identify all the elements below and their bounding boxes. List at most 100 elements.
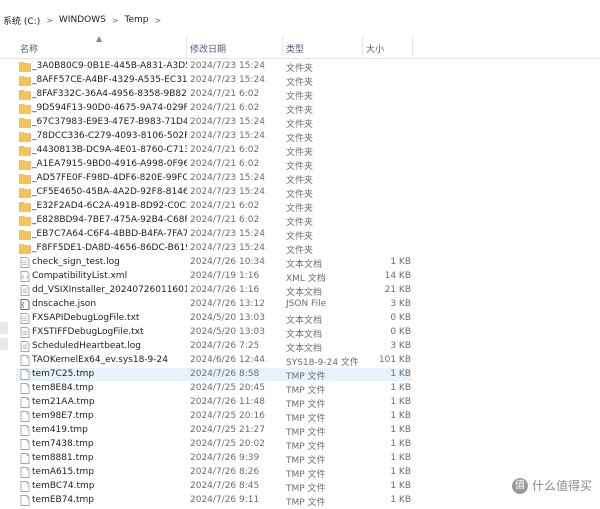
file-name: _A1EA7915-9BD0-4916-A998-0F9647...	[32, 159, 187, 169]
file-name: _8FAF332C-36A4-4956-8358-9B82A4E...	[32, 89, 187, 99]
file-size: 0 KB	[390, 327, 411, 337]
file-row[interactable]: _78DCC336-C279-4093-8106-502F78...2024/7…	[16, 130, 411, 144]
file-row[interactable]: _EB7C7A64-C6F4-4BBD-B4FA-7FA763...2024/7…	[16, 228, 411, 242]
file-row[interactable]: FXSTIFFDebugLogFile.txt 2024/5/20 13:03 文本…	[16, 326, 411, 340]
file-type: 文件夹	[286, 92, 314, 102]
file-date: 2024/7/26 8:26	[190, 467, 260, 477]
file-row[interactable]: _3A0B80C9-0B1E-445B-A831-A3D54E...2024/7…	[16, 60, 411, 74]
watermark-text: 什么值得买	[531, 479, 592, 493]
file-name: _8AFF57CE-A4BF-4329-A535-EC31B2...	[32, 75, 187, 85]
file-name: tem98E7.tmp	[32, 411, 94, 421]
file-row[interactable]: dd_VSIXInstaller_20240726011601_4a...202…	[16, 284, 411, 298]
xml-file-icon	[19, 271, 31, 282]
nav-pane-edge	[0, 322, 8, 334]
folder-icon	[19, 229, 31, 240]
column-type[interactable]: 类型	[286, 42, 304, 55]
file-row[interactable]: FXSAPIDebugLogFile.txt 2024/5/20 13:03 文本文…	[16, 312, 411, 326]
file-date: 2024/7/26 11:48	[190, 397, 265, 407]
sort-up-icon: ▲	[96, 34, 103, 43]
file-row[interactable]: tem7C25.tmp 2024/7/26 8:58 TMP 文件 1 KB	[16, 368, 411, 382]
file-row[interactable]: _9D594F13-90D0-4675-9A74-029FDB...2024/7…	[16, 102, 411, 116]
file-row[interactable]: _E32F2AD4-6C2A-491B-8D92-C0C36B...2024/7…	[16, 200, 411, 214]
file-date: 2024/5/20 13:03	[190, 327, 265, 337]
file-row[interactable]: _4430813B-DC9A-4E01-8760-C7130D...2024/7…	[16, 144, 411, 158]
file-row[interactable]: temBC74.tmp 2024/7/26 8:45 TMP 文件 1 KB	[16, 480, 411, 494]
file-name: TAOKernelEx64_ev.sys18-9-24	[32, 355, 168, 365]
file-row[interactable]: tem98E7.tmp 2024/7/25 20:16 TMP 文件 1 KB	[16, 410, 411, 424]
file-type: 文件夹	[286, 78, 314, 88]
file-size: 101 KB	[378, 355, 411, 365]
column-date[interactable]: 修改日期	[190, 42, 226, 55]
folder-icon	[19, 145, 31, 156]
file-size: 14 KB	[384, 271, 411, 281]
file-row[interactable]: tem7438.tmp 2024/7/25 20:02 TMP 文件 1 KB	[16, 438, 411, 452]
file-name: temA615.tmp	[32, 467, 95, 477]
generic-file-icon	[19, 369, 31, 380]
file-type: 文件夹	[286, 176, 314, 186]
file-row[interactable]: tem21AA.tmp 2024/7/26 11:48 TMP 文件 1 KB	[16, 396, 411, 410]
column-divider[interactable]	[362, 36, 363, 56]
file-row[interactable]: _E828BD94-7BE7-475A-92B4-C68F9D...2024/7…	[16, 214, 411, 228]
file-date: 2024/7/25 21:27	[190, 425, 265, 435]
file-row[interactable]: tem8E84.tmp 2024/7/25 20:45 TMP 文件 1 KB	[16, 382, 411, 396]
folder-icon	[19, 61, 31, 72]
file-row[interactable]: _A1EA7915-9BD0-4916-A998-0F9647...2024/7…	[16, 158, 411, 172]
file-name: _78DCC336-C279-4093-8106-502F78...	[32, 131, 187, 141]
file-name: tem419.tmp	[32, 425, 88, 435]
file-type: 文本文档	[286, 316, 323, 326]
watermark-badge: 值	[511, 477, 528, 494]
file-row[interactable]: ScheduledHeartbeat.log 2024/7/26 7:25 文本文档…	[16, 340, 411, 354]
file-date: 2024/7/26 10:34	[190, 257, 265, 267]
breadcrumb[interactable]: 系统 (C:) > WINDOWS > Temp >	[0, 10, 600, 30]
file-type: XML 文档	[286, 274, 326, 284]
file-row[interactable]: dnscache.json 2024/7/26 13:12 JSON File 3 K…	[16, 298, 411, 311]
file-size: 1 KB	[390, 383, 411, 393]
file-size: 1 KB	[390, 369, 411, 379]
column-divider[interactable]	[282, 36, 283, 56]
file-row[interactable]: TAOKernelEx64_ev.sys18-9-24 2024/6/26 12:…	[16, 354, 411, 368]
file-name: dnscache.json	[32, 299, 97, 309]
folder-icon	[19, 173, 31, 184]
column-size[interactable]: 大小	[366, 42, 384, 55]
file-row[interactable]: CompatibilityList.xml 2024/7/19 1:16 XML 文…	[16, 270, 411, 284]
file-row[interactable]: tem419.tmp 2024/7/25 21:27 TMP 文件 1 KB	[16, 424, 411, 438]
file-size: 1 KB	[390, 425, 411, 435]
file-date: 2024/7/23 15:24	[190, 243, 265, 253]
breadcrumb-windows[interactable]: WINDOWS	[56, 15, 109, 25]
file-row[interactable]: _CF5E4650-45BA-4A2D-92F8-81465F3...2024/…	[16, 186, 411, 200]
file-row[interactable]: _F8FF5DE1-DA8D-4656-86DC-B6192A...2024/7…	[16, 242, 411, 256]
file-row[interactable]: _8AFF57CE-A4BF-4329-A535-EC31B2...2024/7…	[16, 74, 411, 88]
file-row[interactable]: _8FAF332C-36A4-4956-8358-9B82A4E...2024/…	[16, 88, 411, 102]
file-name: tem21AA.tmp	[32, 397, 95, 407]
text-file-icon	[19, 327, 31, 338]
file-date: 2024/7/26 13:12	[190, 299, 265, 309]
column-divider[interactable]	[412, 36, 413, 56]
file-date: 2024/7/25 20:02	[190, 439, 265, 449]
file-name: tem7C25.tmp	[32, 369, 95, 379]
file-date: 2024/7/19 1:16	[190, 271, 260, 281]
file-date: 2024/7/21 6:02	[190, 215, 260, 225]
generic-file-icon	[19, 355, 31, 366]
file-name: _4430813B-DC9A-4E01-8760-C7130D...	[32, 145, 187, 155]
file-row[interactable]: _67C37983-E9E3-47E7-B983-71D4C8...2024/7…	[16, 116, 411, 130]
folder-icon	[19, 201, 31, 212]
file-row[interactable]: _AD57FE0F-F98D-4DF6-820E-99FC39...2024/7…	[16, 172, 411, 186]
file-date: 2024/7/23 15:24	[190, 61, 265, 71]
file-size: 1 KB	[390, 453, 411, 463]
file-row[interactable]: temEB74.tmp 2024/7/26 9:11 TMP 文件 1 KB	[16, 494, 411, 508]
file-type: 文件夹	[286, 148, 314, 158]
file-row[interactable]: tem8881.tmp 2024/7/26 9:39 TMP 文件 1 KB	[16, 452, 411, 466]
file-name: check_sign_test.log	[32, 257, 120, 267]
breadcrumb-temp[interactable]: Temp	[122, 15, 152, 25]
file-type: TMP 文件	[286, 414, 326, 424]
breadcrumb-drive[interactable]: 系统 (C:)	[0, 14, 43, 27]
column-divider[interactable]	[186, 36, 187, 56]
chevron-right-icon: >	[111, 15, 119, 25]
file-date: 2024/7/26 9:39	[190, 453, 260, 463]
column-name[interactable]: 名称	[20, 42, 38, 55]
text-file-icon	[19, 341, 31, 352]
file-row[interactable]: check_sign_test.log 2024/7/26 10:34 文本文档 1 …	[16, 256, 411, 270]
generic-file-icon	[19, 467, 31, 478]
file-row[interactable]: temA615.tmp 2024/7/26 8:26 TMP 文件 1 KB	[16, 466, 411, 480]
file-date: 2024/7/21 6:02	[190, 201, 260, 211]
